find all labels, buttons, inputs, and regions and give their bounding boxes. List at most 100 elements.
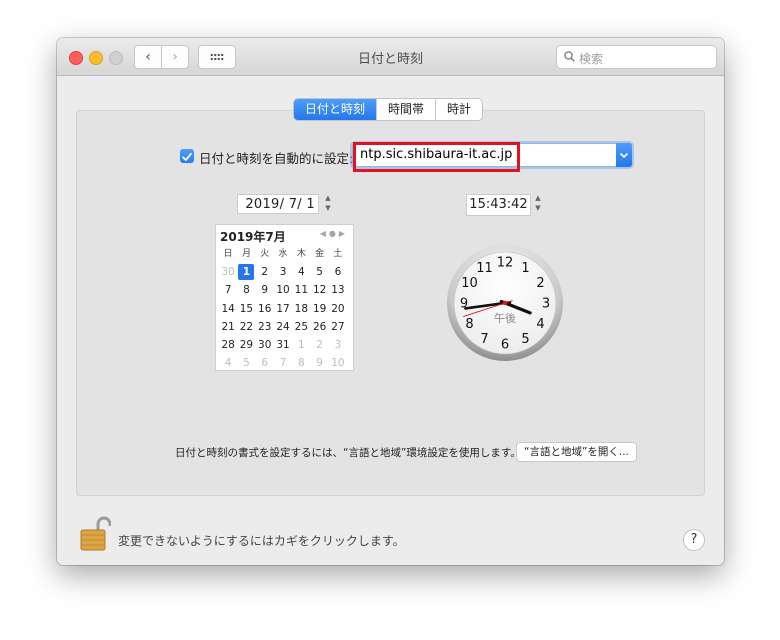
calendar-day[interactable]: 3 — [274, 263, 292, 281]
calendar-day[interactable]: 10 — [274, 281, 292, 299]
auto-set-checkbox[interactable] — [180, 149, 194, 163]
title-bar: ‹ › 日付と時刻 検索 — [57, 38, 724, 76]
calendar-day[interactable]: 6 — [329, 263, 347, 281]
calendar-day[interactable]: 12 — [310, 281, 328, 299]
lock-icon[interactable] — [77, 516, 111, 552]
calendar-day[interactable]: 8 — [292, 354, 310, 372]
time-stepper[interactable]: ▲ ▼ — [532, 194, 544, 214]
calendar-day-label: 29 — [239, 338, 254, 351]
calendar-day[interactable]: 14 — [219, 300, 237, 318]
date-stepper[interactable]: ▲ ▼ — [322, 194, 334, 214]
calendar-day[interactable]: 16 — [256, 300, 274, 318]
calendar-month-title: 2019年7月 — [220, 230, 286, 244]
calendar-day[interactable]: 5 — [310, 263, 328, 281]
calendar-day[interactable]: 22 — [237, 318, 255, 336]
calendar-day-label: 13 — [331, 284, 345, 297]
calendar-day[interactable]: 26 — [310, 318, 328, 336]
calendar-day[interactable]: 6 — [256, 354, 274, 372]
calendar-day[interactable]: 3 — [329, 336, 347, 354]
calendar-week-row: 14 15 16 17 18 19 20 — [219, 300, 351, 318]
calendar-day[interactable]: 7 — [219, 281, 237, 299]
tab-clock[interactable]: 時計 — [435, 99, 482, 120]
analog-clock: 12 1234567891011 午後 — [447, 245, 563, 361]
calendar-day[interactable]: 30 — [256, 336, 274, 354]
calendar-week-row: 28 29 30 31 1 2 3 — [219, 336, 351, 354]
calendar-day-label: 28 — [221, 338, 235, 351]
calendar-day-label: 22 — [239, 320, 254, 333]
calendar-day-label: 7 — [224, 284, 232, 297]
calendar-day[interactable]: 5 — [237, 354, 255, 372]
today-dot-icon[interactable]: ● — [329, 229, 339, 238]
calendar-weekday: 火 — [260, 249, 270, 259]
calendar-day-label: 9 — [261, 284, 269, 297]
calendar-day[interactable]: 17 — [274, 300, 292, 318]
previous-month-icon[interactable]: ◀ — [320, 229, 329, 238]
calendar-day[interactable]: 8 — [237, 281, 255, 299]
calendar-day[interactable]: 21 — [219, 318, 237, 336]
stepper-up-icon[interactable]: ▲ — [322, 194, 334, 202]
open-language-region-button[interactable]: “言語と地域”を開く... — [516, 442, 637, 462]
calendar-grid: 日月火水木金土 30 1 2 3 4 5 6 7 8 9 10 11 12 13 14 15 16 17 18 19 20… — [219, 245, 351, 372]
stepper-up-icon[interactable]: ▲ — [532, 194, 544, 202]
calendar-day-label: 11 — [294, 284, 309, 297]
calendar-day-label: 2 — [316, 338, 323, 351]
help-button[interactable]: ? — [683, 529, 705, 551]
calendar-day[interactable]: 30 — [219, 263, 237, 281]
calendar-day[interactable]: 9 — [310, 354, 328, 372]
calendar-day[interactable]: 2 — [256, 263, 274, 281]
calendar-day-label: 4 — [224, 357, 232, 370]
calendar-day-label: 30 — [221, 266, 235, 279]
calendar-day[interactable]: 7 — [274, 354, 292, 372]
calendar-day[interactable]: 9 — [256, 281, 274, 299]
calendar-week-row: 4 5 6 7 8 9 10 — [219, 354, 351, 372]
date-field[interactable]: 2019/ 7/ 1 — [237, 194, 319, 214]
calendar-day[interactable]: 4 — [292, 263, 310, 281]
time-server-dropdown-button[interactable] — [616, 143, 632, 167]
calendar-day[interactable]: 20 — [329, 300, 347, 318]
calendar-day-label: 27 — [331, 320, 345, 333]
calendar-day-label: 26 — [312, 320, 327, 333]
lock-message: 変更できないようにするにはカギをクリックします。 — [118, 534, 405, 548]
calendar-day-label: 10 — [276, 284, 290, 297]
calendar-day[interactable]: 1 — [292, 336, 310, 354]
calendar-day[interactable]: 19 — [310, 300, 328, 318]
tab-date-time[interactable]: 日付と時刻 — [294, 99, 377, 120]
calendar-day[interactable]: 11 — [292, 281, 310, 299]
stepper-down-icon[interactable]: ▼ — [532, 204, 544, 212]
search-icon — [564, 51, 575, 62]
calendar-day-label: 3 — [334, 338, 342, 351]
calendar-week-row: 7 8 9 10 11 12 13 — [219, 281, 351, 299]
calendar-day-label: 30 — [258, 338, 272, 351]
calendar-day[interactable]: 18 — [292, 300, 310, 318]
calendar-day[interactable]: 24 — [274, 318, 292, 336]
time-field[interactable]: 15:43:42 — [466, 194, 531, 216]
stepper-down-icon[interactable]: ▼ — [322, 204, 334, 212]
search-placeholder: 検索 — [579, 52, 604, 66]
search-field[interactable]: 検索 — [556, 45, 717, 69]
calendar-day[interactable]: 25 — [292, 318, 310, 336]
calendar-day-label: 25 — [294, 320, 309, 333]
calendar-day[interactable]: 28 — [219, 336, 237, 354]
calendar-day[interactable]: 23 — [256, 318, 274, 336]
calendar-day[interactable]: 4 — [219, 354, 237, 372]
calendar-week-row: 21 22 23 24 25 26 27 — [219, 318, 351, 336]
checkmark-icon — [182, 152, 192, 161]
calendar-day[interactable]: 13 — [329, 281, 347, 299]
calendar-day[interactable]: 2 — [310, 336, 328, 354]
calendar-day-label: 19 — [312, 302, 327, 315]
calendar-day[interactable]: 10 — [329, 354, 347, 372]
calendar-day[interactable]: 15 — [237, 300, 255, 318]
next-month-icon[interactable]: ▶ — [339, 229, 348, 238]
clock-number: 4 — [536, 317, 544, 332]
calendar-day[interactable]: 27 — [329, 318, 347, 336]
calendar-day[interactable]: 1 — [237, 263, 255, 281]
clock-ampm-label: 午後 — [494, 311, 516, 325]
calendar-day[interactable]: 31 — [274, 336, 292, 354]
calendar-nav: ◀●▶ — [320, 229, 348, 238]
calendar-day-label: 8 — [297, 357, 305, 370]
calendar-day[interactable]: 29 — [237, 336, 255, 354]
tab-time-zone[interactable]: 時間帯 — [376, 99, 435, 120]
calendar-day-label: 14 — [221, 302, 235, 315]
calendar-day-label: 3 — [279, 266, 287, 279]
clock-number: 12 — [497, 256, 514, 271]
